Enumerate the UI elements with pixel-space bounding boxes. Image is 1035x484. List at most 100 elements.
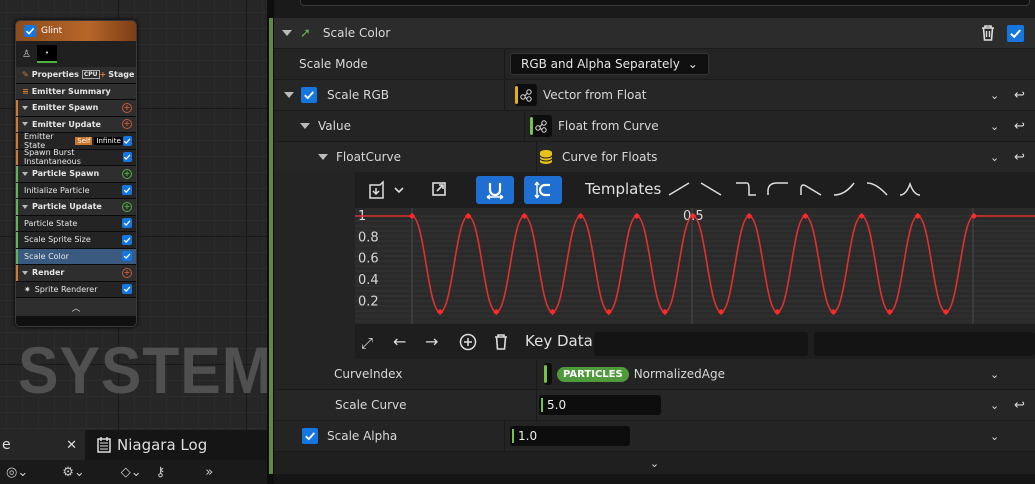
row-options-chevron-icon[interactable]: ⌄ bbox=[990, 151, 999, 164]
emitter-node[interactable]: Glint ♙ • ✎ Properties CPU + Stage ≡ Emi… bbox=[15, 20, 137, 327]
linked-input-icon[interactable] bbox=[544, 363, 552, 385]
tab-left[interactable]: e ✕ bbox=[0, 430, 85, 460]
scale-mode-dropdown[interactable]: RGB and Alpha Separately ⌄ bbox=[510, 53, 709, 75]
expand-icon[interactable]: » bbox=[205, 465, 213, 480]
system-graph-canvas[interactable]: SYSTEM Glint ♙ • ✎ Properties CPU + Stag… bbox=[0, 0, 272, 430]
emitter-node-header[interactable]: Glint bbox=[16, 21, 136, 41]
stack-item-particle-state[interactable]: Particle State bbox=[16, 215, 136, 232]
add-module-icon[interactable]: + bbox=[122, 168, 132, 179]
module-enabled-checkbox[interactable] bbox=[122, 218, 132, 229]
module-enabled-checkbox[interactable] bbox=[122, 251, 132, 262]
scale-curve-input[interactable]: 5.0 bbox=[539, 395, 661, 415]
add-module-icon[interactable]: + bbox=[122, 267, 132, 278]
reset-to-default-icon[interactable]: ↩ bbox=[1014, 150, 1025, 165]
template-ease-down-icon[interactable] bbox=[800, 181, 822, 197]
collapse-arrow-icon[interactable] bbox=[22, 270, 28, 275]
stack-item-scale-color[interactable]: Scale Color bbox=[16, 248, 136, 265]
scale-rgb-checkbox[interactable] bbox=[301, 87, 317, 103]
reset-to-default-icon[interactable]: ↩ bbox=[1014, 88, 1025, 103]
shape-dropdown-icon[interactable]: ◇⌄ bbox=[121, 465, 142, 480]
delete-key-icon[interactable] bbox=[493, 333, 509, 355]
module-enabled-checkbox[interactable] bbox=[122, 135, 132, 146]
collapse-arrow-icon[interactable] bbox=[22, 122, 28, 127]
template-smooth-up-icon[interactable] bbox=[833, 181, 855, 197]
row-options-chevron-icon[interactable]: ⌄ bbox=[990, 430, 999, 443]
stack-item-sprite-renderer[interactable]: ✷ Sprite Renderer bbox=[16, 281, 136, 298]
stack-section-emitter-spawn[interactable]: Emitter Spawn + bbox=[16, 100, 136, 117]
stage-button[interactable]: Stage bbox=[108, 70, 134, 79]
module-enabled-checkbox[interactable] bbox=[122, 284, 132, 295]
next-key-icon[interactable]: → bbox=[425, 332, 438, 351]
row-options-chevron-icon[interactable]: ⌄ bbox=[990, 399, 999, 412]
expand-arrow-icon[interactable] bbox=[318, 154, 328, 160]
collapse-node-button[interactable]: ︿ bbox=[16, 298, 136, 316]
reset-to-default-icon[interactable]: ↩ bbox=[1014, 398, 1025, 413]
add-module-icon[interactable]: + bbox=[122, 102, 132, 113]
stack-item-spawn-burst-instantaneous[interactable]: Spawn Burst Instantaneous bbox=[16, 148, 136, 166]
key-time-field[interactable] bbox=[594, 332, 808, 356]
stack-section-render[interactable]: Render + bbox=[16, 265, 136, 282]
value-snap-button[interactable] bbox=[524, 176, 562, 204]
settings-dropdown-icon[interactable]: ⚙⌄ bbox=[62, 465, 85, 480]
scale-alpha-input[interactable]: 1.0 bbox=[510, 426, 630, 446]
add-key-icon[interactable] bbox=[459, 333, 477, 355]
collapse-arrow-icon[interactable] bbox=[22, 204, 28, 209]
top-search-field[interactable] bbox=[300, 0, 1030, 6]
emitter-thumbnail[interactable]: • bbox=[36, 45, 57, 63]
row-options-chevron-icon[interactable]: ⌄ bbox=[990, 89, 999, 102]
emitter-enabled-checkbox[interactable] bbox=[24, 25, 36, 37]
module-enabled-checkbox[interactable] bbox=[122, 152, 132, 163]
dynamic-input-icon[interactable] bbox=[530, 115, 552, 137]
view-dropdown-icon[interactable]: ◎⌄ bbox=[6, 465, 28, 480]
close-icon[interactable]: ✕ bbox=[66, 438, 77, 453]
curve-index-value[interactable]: NormalizedAge bbox=[634, 367, 725, 381]
module-header-row[interactable]: ➚ Scale Color bbox=[274, 18, 1035, 49]
curve-line[interactable] bbox=[355, 215, 1035, 313]
collapse-arrow-icon[interactable] bbox=[22, 171, 28, 176]
stack-section-emitter-update[interactable]: Emitter Update + bbox=[16, 116, 136, 133]
emitter-summary-row[interactable]: ≡ Emitter Summary bbox=[16, 83, 136, 100]
key-icon[interactable]: ⚷ bbox=[156, 465, 166, 480]
fit-view-icon[interactable]: ⤢ bbox=[361, 334, 373, 352]
add-module-icon[interactable]: + bbox=[122, 119, 132, 130]
tab-niagara-log[interactable]: Niagara Log bbox=[97, 436, 207, 454]
expand-arrow-icon[interactable] bbox=[300, 123, 310, 129]
collapse-arrow-icon[interactable] bbox=[282, 30, 292, 36]
row-options-chevron-icon[interactable]: ⌄ bbox=[990, 120, 999, 133]
row-options-chevron-icon[interactable]: ⌄ bbox=[990, 368, 999, 381]
scale-rgb-value[interactable]: Vector from Float bbox=[543, 88, 646, 102]
delete-icon[interactable] bbox=[980, 24, 996, 45]
expand-arrow-icon[interactable] bbox=[284, 92, 294, 98]
add-module-icon[interactable]: + bbox=[122, 201, 132, 212]
template-smooth-down-icon[interactable] bbox=[866, 181, 888, 197]
module-enabled-checkbox[interactable] bbox=[1007, 25, 1024, 42]
curve-graph[interactable]: 10.80.60.40.20.5 bbox=[355, 208, 1035, 324]
curve-editor[interactable]: Templates 10.80.60.40.20.5 ⤢ ← → Key Dat… bbox=[355, 172, 1035, 360]
previous-key-icon[interactable]: ← bbox=[393, 332, 406, 351]
scale-alpha-checkbox[interactable] bbox=[302, 428, 318, 444]
template-linear-down-icon[interactable] bbox=[700, 181, 722, 197]
stack-item-initialize-particle[interactable]: Initialize Particle bbox=[16, 182, 136, 199]
module-enabled-checkbox[interactable] bbox=[122, 234, 132, 245]
key-value-field[interactable] bbox=[814, 332, 1035, 356]
template-step-down-icon[interactable] bbox=[735, 181, 757, 197]
open-external-icon[interactable] bbox=[431, 181, 447, 201]
template-ease-up-icon[interactable] bbox=[767, 181, 789, 197]
template-linear-up-icon[interactable] bbox=[668, 181, 690, 197]
dynamic-input-icon[interactable] bbox=[515, 84, 537, 106]
stack-item-emitter-state[interactable]: Emitter State Self Infinite bbox=[16, 132, 136, 150]
emitter-properties-row[interactable]: ✎ Properties CPU + Stage bbox=[16, 67, 136, 84]
stack-section-particle-spawn[interactable]: Particle Spawn + bbox=[16, 166, 136, 183]
curve-plot[interactable]: 10.80.60.40.20.5 bbox=[355, 208, 1035, 324]
value-value[interactable]: Float from Curve bbox=[558, 119, 659, 133]
float-curve-value[interactable]: Curve for Floats bbox=[562, 150, 657, 164]
module-enabled-checkbox[interactable] bbox=[122, 185, 132, 196]
stack-section-particle-update[interactable]: Particle Update + bbox=[16, 199, 136, 216]
show-advanced-button[interactable]: ⌄ bbox=[274, 452, 1035, 474]
stack-item-scale-sprite-size[interactable]: Scale Sprite Size bbox=[16, 232, 136, 249]
snap-button[interactable] bbox=[476, 176, 514, 204]
reset-to-default-icon[interactable]: ↩ bbox=[1014, 119, 1025, 134]
template-bell-icon[interactable] bbox=[899, 181, 921, 197]
collapse-arrow-icon[interactable] bbox=[22, 105, 28, 110]
curve-asset-dropdown-icon[interactable] bbox=[367, 180, 407, 204]
